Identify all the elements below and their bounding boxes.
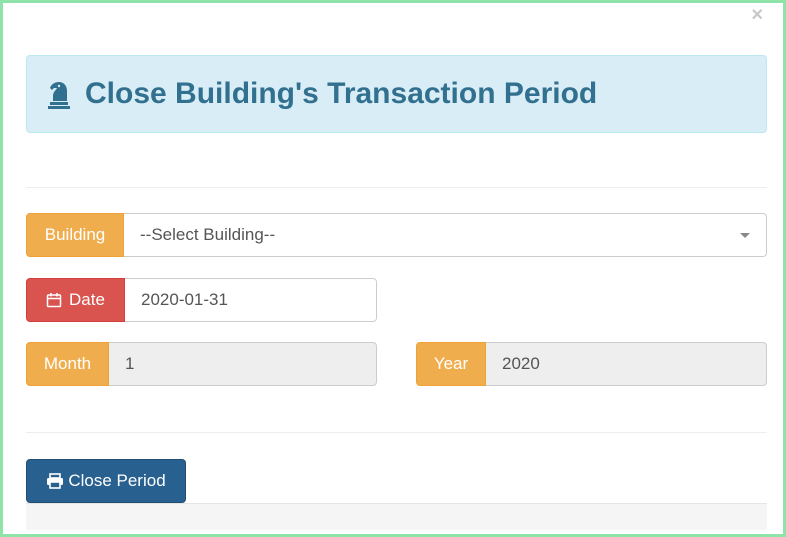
- close-icon[interactable]: ×: [751, 5, 763, 25]
- close-period-modal: × Close Building's Transaction Period Bu…: [0, 0, 786, 537]
- calendar-icon: [46, 292, 62, 308]
- month-group: Month 1: [26, 342, 377, 386]
- modal-title-banner: Close Building's Transaction Period: [26, 55, 767, 133]
- date-addon: Date: [26, 278, 125, 322]
- print-icon: [46, 473, 64, 489]
- date-group: Date 2020-01-31: [26, 278, 377, 322]
- month-field: 1: [109, 342, 377, 386]
- year-group: Year 2020: [416, 342, 767, 386]
- chevron-down-icon: [740, 232, 750, 238]
- date-input[interactable]: 2020-01-31: [125, 278, 377, 322]
- building-select-value: --Select Building--: [140, 225, 276, 244]
- modal-footer: [26, 503, 767, 530]
- divider-bottom: [26, 432, 767, 433]
- close-period-label: Close Period: [68, 471, 166, 490]
- building-select-group: Building --Select Building--: [26, 213, 767, 257]
- year-value: 2020: [502, 354, 540, 373]
- date-value: 2020-01-31: [141, 290, 228, 309]
- year-field: 2020: [486, 342, 767, 386]
- year-label: Year: [416, 342, 486, 386]
- month-label: Month: [26, 342, 109, 386]
- chess-knight-icon: [47, 79, 73, 109]
- month-value: 1: [125, 354, 135, 373]
- divider-top: [26, 187, 767, 188]
- date-label: Date: [69, 290, 105, 309]
- building-label: Building: [26, 213, 124, 257]
- modal-title: Close Building's Transaction Period: [85, 77, 598, 110]
- building-select[interactable]: --Select Building--: [124, 213, 767, 257]
- close-period-button[interactable]: Close Period: [26, 459, 186, 503]
